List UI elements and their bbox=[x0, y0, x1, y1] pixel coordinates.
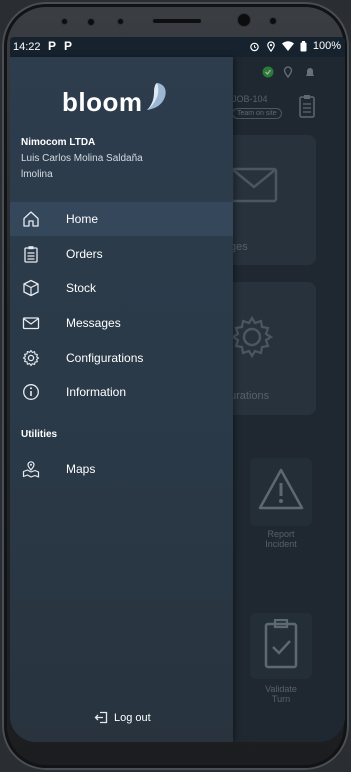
phone-top-bezel bbox=[0, 0, 351, 38]
user-full-name: Luis Carlos Molina Saldaña bbox=[21, 153, 143, 164]
box-icon bbox=[23, 279, 39, 297]
wifi-icon bbox=[281, 41, 294, 51]
info-icon bbox=[23, 384, 39, 400]
notification-icon: P bbox=[64, 39, 73, 53]
bloom-logo: bloom bbox=[62, 81, 168, 118]
utilities-section-title: Utilities bbox=[21, 429, 58, 440]
menu-item-home[interactable]: Home bbox=[10, 202, 233, 236]
company-name: Nimocom LTDA bbox=[21, 137, 96, 148]
menu-item-maps[interactable]: Maps bbox=[10, 452, 233, 486]
logo-mark-icon bbox=[146, 83, 166, 110]
sensor-dot bbox=[88, 19, 94, 25]
menu-item-label: Messages bbox=[66, 316, 121, 330]
battery-percent: 100% bbox=[312, 40, 341, 52]
user-login: lmolina bbox=[21, 169, 53, 180]
clipboard-icon bbox=[24, 246, 38, 263]
screen: 14:22 P P 100% JOB-104 Team on site ges … bbox=[10, 37, 345, 742]
menu-item-orders[interactable]: Orders bbox=[10, 237, 233, 271]
sensor-dot bbox=[270, 18, 276, 24]
menu-item-messages[interactable]: Messages bbox=[10, 306, 233, 340]
notification-icon: P bbox=[48, 39, 57, 53]
menu-item-label: Configurations bbox=[66, 351, 144, 365]
menu-item-configurations[interactable]: Configurations bbox=[10, 341, 233, 375]
gear-icon bbox=[22, 349, 40, 367]
status-icons: 100% bbox=[249, 40, 341, 52]
battery-icon bbox=[300, 40, 307, 51]
map-icon bbox=[22, 461, 40, 478]
logo-text: bloom bbox=[62, 87, 143, 117]
menu-item-label: Maps bbox=[66, 462, 96, 476]
menu-item-label: Home bbox=[66, 212, 99, 226]
menu-item-stock[interactable]: Stock bbox=[10, 271, 233, 305]
status-bar: 14:22 P P 100% bbox=[10, 37, 345, 57]
earpiece-speaker bbox=[152, 18, 202, 24]
logout-label: Log out bbox=[114, 711, 151, 724]
logout-icon bbox=[94, 711, 108, 724]
menu-item-label: Stock bbox=[66, 281, 97, 295]
menu-item-label: Orders bbox=[66, 247, 103, 261]
sensor-dot bbox=[62, 19, 67, 24]
front-camera bbox=[238, 14, 250, 26]
logout-button[interactable]: Log out bbox=[94, 711, 151, 724]
status-time: 14:22 bbox=[13, 41, 41, 53]
alarm-icon bbox=[250, 42, 259, 51]
sensor-dot bbox=[118, 19, 123, 24]
menu-item-information[interactable]: Information bbox=[10, 375, 233, 409]
navigation-drawer: bloom Nimocom LTDA Luis Carlos Molina Sa… bbox=[10, 57, 233, 742]
home-icon bbox=[23, 211, 39, 227]
menu-item-label: Information bbox=[66, 385, 127, 399]
envelope-icon bbox=[22, 317, 40, 330]
location-icon bbox=[267, 40, 275, 52]
